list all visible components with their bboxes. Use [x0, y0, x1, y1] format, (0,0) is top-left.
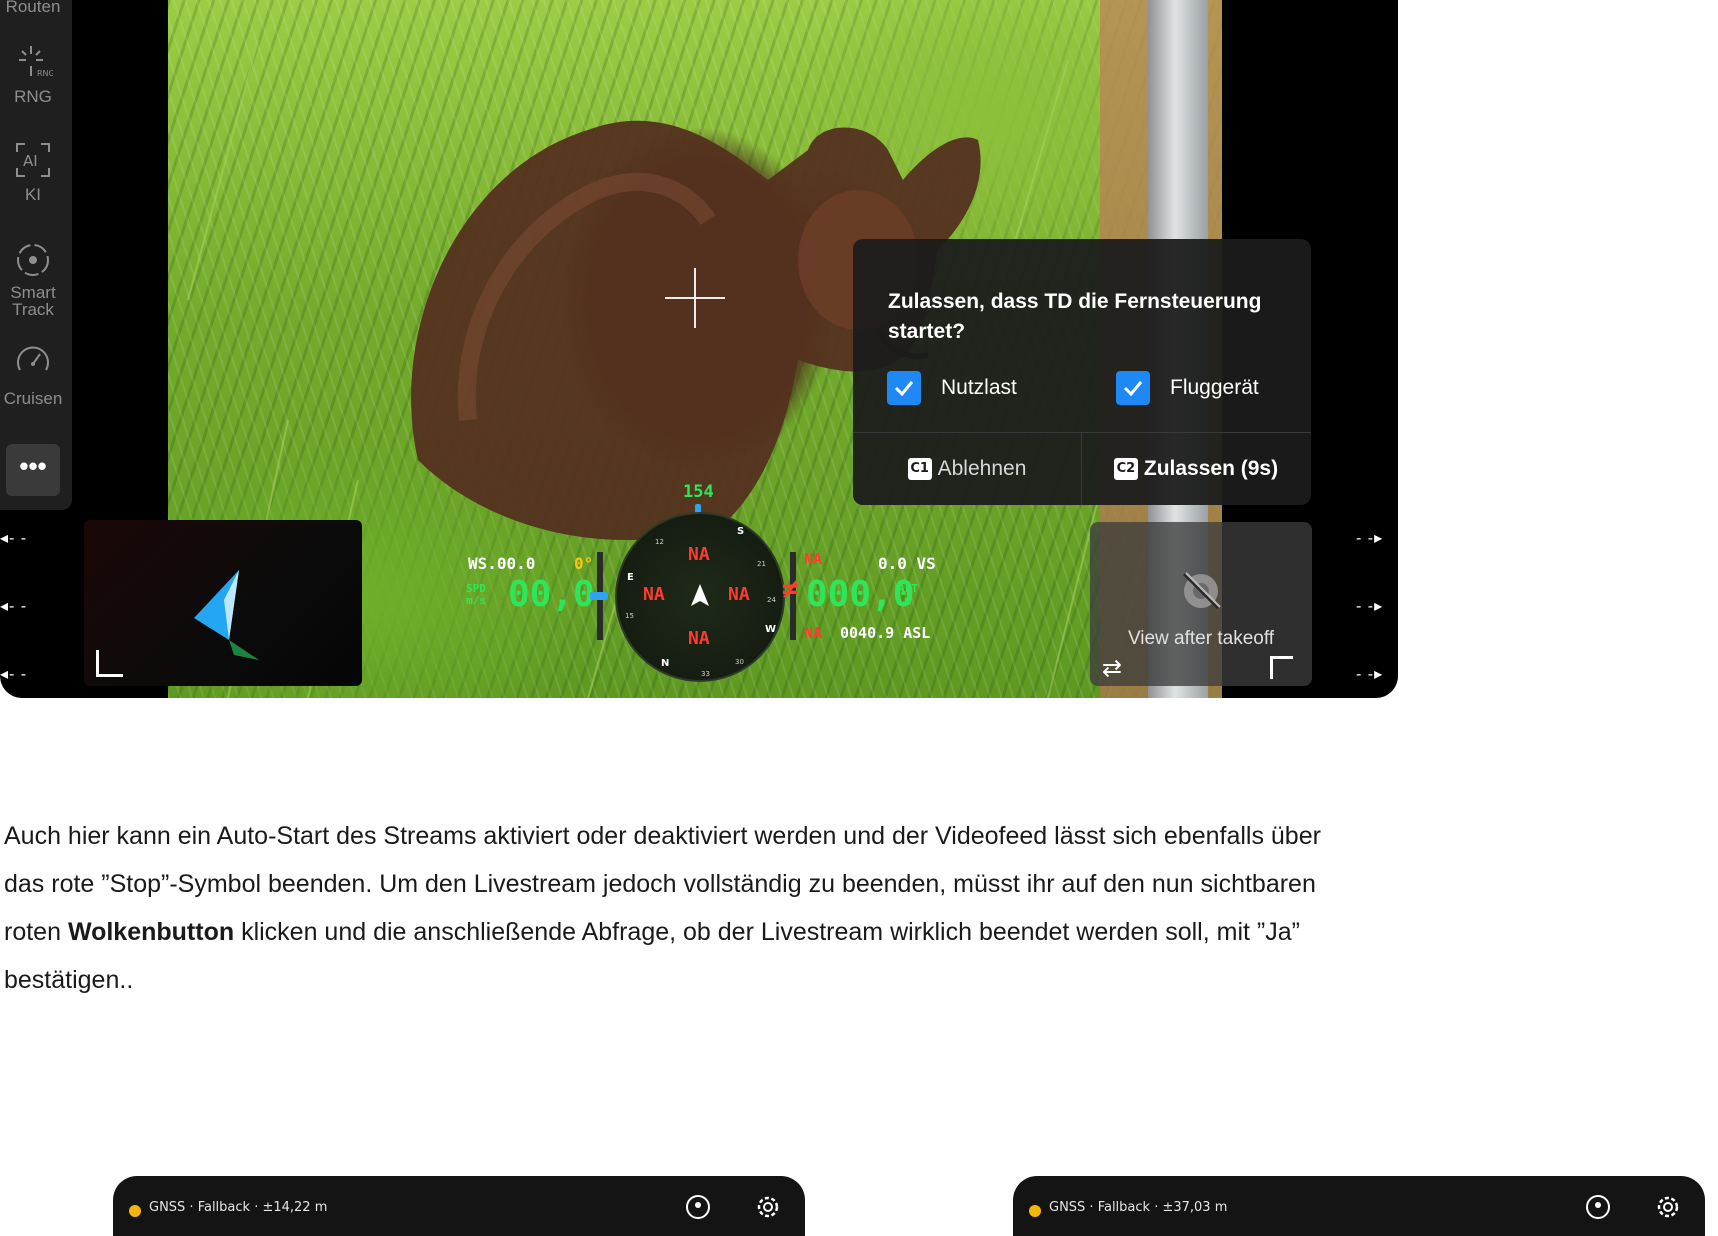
left-toolbar: Routen RNG RNG AI KI Smart Track Cruisen…	[0, 0, 72, 510]
toolbar-label-cruise: Cruisen	[3, 389, 63, 408]
gnss-status-text: GNSS · Fallback · ±37,03 m	[1049, 1200, 1228, 1215]
c2-key-icon: C2	[1113, 458, 1138, 481]
gimbal-marker	[590, 592, 608, 600]
minimap-expand-icon[interactable]	[96, 650, 123, 677]
payload-checkbox[interactable]	[887, 371, 921, 405]
compass-w: W	[765, 624, 776, 635]
toolbar-label-rng: RNG	[14, 87, 52, 106]
left-indicator-2: ◂- -	[0, 598, 28, 615]
compass-tick-24: 24	[767, 596, 776, 604]
left-indicator-1: ◂- -	[0, 530, 28, 547]
aircraft-position-icon	[194, 570, 259, 660]
right-indicator-2: - -▸	[1356, 598, 1384, 615]
toolbar-label-ai: KI	[24, 185, 42, 204]
compass-s: S	[737, 526, 744, 537]
allow-button[interactable]: C2 Zulassen (9s)	[1082, 433, 1310, 505]
na-top: NA	[804, 550, 823, 568]
compass-tick-21: 21	[757, 560, 766, 568]
allow-label: Zulassen (9s)	[1143, 457, 1279, 480]
reject-label: Ablehnen	[937, 457, 1027, 480]
compass-tick-33: 33	[701, 670, 710, 678]
preview-expand-icon[interactable]	[1270, 656, 1293, 679]
altitude-unit-label: ALT m	[898, 582, 918, 607]
gnss-status-text: GNSS · Fallback · ±14,22 m	[149, 1200, 328, 1215]
aircraft-checkbox[interactable]	[1116, 371, 1150, 405]
right-indicator-3: - -▸	[1356, 666, 1384, 683]
compass: E S W N 12 21 24 30 33 15 NA NA NA NA	[615, 512, 785, 682]
app-card-right: GNSS · Fallback · ±37,03 m	[1013, 1176, 1705, 1236]
checkmark-icon	[894, 381, 914, 397]
toolbar-label-smart-track: Smart Track	[10, 283, 56, 319]
smart-track-icon	[17, 244, 49, 276]
compass-tick-12: 12	[655, 538, 664, 546]
compass-na-east: NA	[728, 584, 750, 605]
app-card-left: GNSS · Fallback · ±14,22 m	[113, 1176, 805, 1236]
compass-rose: E S W N 12 21 24 30 33 15	[625, 526, 776, 678]
rng-icon: RNG	[19, 46, 53, 78]
right-indicator-1: - -▸	[1356, 530, 1384, 547]
article-paragraph: Auch hier kann ein Auto-Start des Stream…	[4, 822, 1321, 994]
aircraft-label: Fluggerät	[1170, 376, 1259, 399]
asl-readout: 0040.9 ASL	[840, 624, 931, 642]
gimbal-angle-readout: 0°	[574, 554, 594, 573]
camera-off-icon	[1182, 572, 1221, 610]
altitude-warning-icon: ≠	[782, 572, 799, 605]
checkmark-icon	[1123, 381, 1143, 397]
svg-text:RNG: RNG	[37, 69, 53, 78]
compass-na-north: NA	[688, 544, 710, 565]
reject-button[interactable]: C1 Ablehnen	[853, 433, 1081, 505]
toolbar-label-routes: Routen	[5, 0, 61, 16]
c1-key-icon: C1	[907, 458, 932, 481]
compass-na-west: NA	[643, 584, 665, 605]
left-indicator-3: ◂- -	[0, 666, 28, 683]
speed-readout: 00,0	[508, 574, 595, 615]
toolbar-item-cruise[interactable]: Cruisen	[0, 342, 66, 407]
compass-e: E	[627, 572, 634, 583]
speed-unit-label: SPD m/s	[466, 582, 486, 607]
article-bold-term: Wolkenbutton	[67, 918, 235, 946]
secondary-video-preview[interactable]: View after takeoff ⇄	[1090, 522, 1312, 686]
toolbar-item-ai[interactable]: AI KI	[0, 140, 66, 203]
compass-tick-15: 15	[625, 612, 634, 620]
crosshair	[665, 268, 725, 328]
dialog-title: Zulassen, dass TD die Fernsteuerung star…	[888, 290, 1262, 343]
preview-text: View after takeoff	[1127, 628, 1275, 649]
toolbar-item-smart-track[interactable]: Smart Track	[0, 240, 66, 318]
compass-na-south: NA	[688, 628, 710, 649]
vertical-speed-readout: 0.0 VS	[878, 554, 936, 573]
toolbar-item-rng[interactable]: RNG RNG	[0, 42, 66, 105]
compass-n: N	[661, 658, 669, 669]
drone-app-screenshot: Routen RNG RNG AI KI Smart Track Cruisen…	[0, 0, 1398, 698]
na-bottom: NA	[804, 624, 823, 642]
toolbar-item-routes[interactable]: Routen	[0, 0, 66, 15]
payload-label: Nutzlast	[941, 376, 1017, 399]
ai-icon: AI	[16, 143, 50, 177]
svg-text:AI: AI	[23, 152, 38, 170]
compass-tick-30: 30	[735, 658, 744, 666]
cruise-speedometer-icon	[17, 346, 49, 371]
heading-readout: 154	[683, 482, 714, 502]
more-options-button[interactable]: •••	[6, 444, 60, 496]
wind-speed-readout: WS.00.0	[468, 554, 536, 573]
swap-view-icon[interactable]: ⇄	[1102, 654, 1122, 683]
gnss-status-dot	[1029, 1205, 1041, 1217]
gnss-status-dot	[129, 1205, 141, 1217]
minimap[interactable]	[84, 520, 362, 686]
remote-control-permission-dialog: Zulassen, dass TD die Fernsteuerung star…	[853, 239, 1311, 505]
